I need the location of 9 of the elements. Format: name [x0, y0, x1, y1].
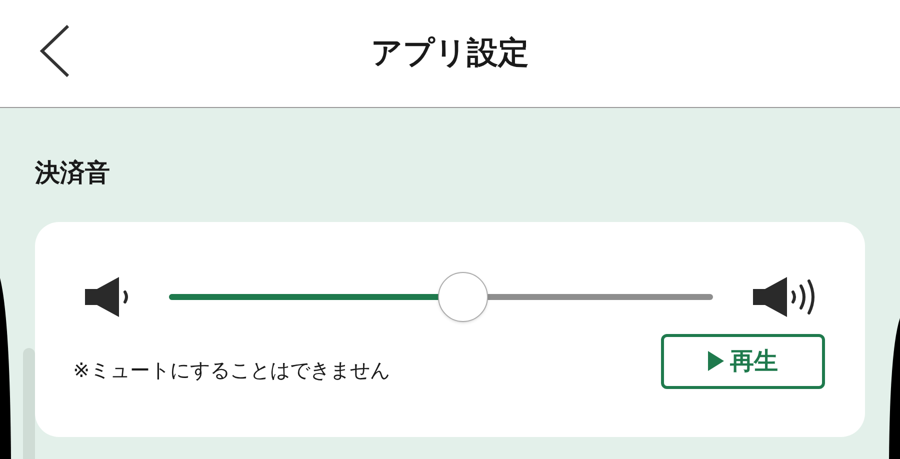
- mute-note: ※ミュートにすることはできません: [73, 356, 390, 384]
- play-button[interactable]: 再生: [661, 334, 825, 388]
- slider-thumb[interactable]: [438, 272, 488, 322]
- speaker-quiet-icon: [83, 274, 131, 318]
- page-title: アプリ設定: [371, 34, 529, 74]
- play-icon: [708, 351, 724, 371]
- speaker-loud-icon: [751, 274, 817, 318]
- volume-slider[interactable]: [169, 272, 713, 322]
- section-title: 決済音: [35, 157, 111, 189]
